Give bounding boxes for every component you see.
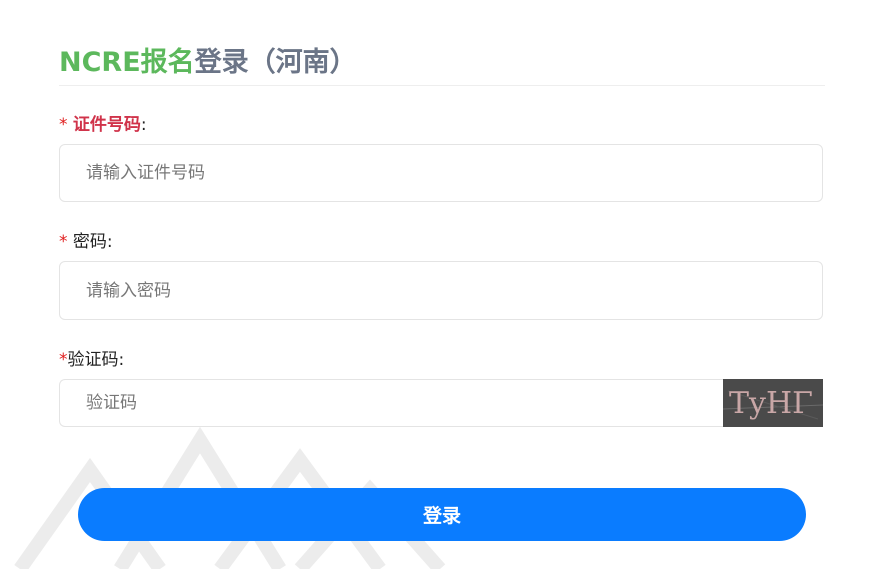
login-button[interactable]: 登录 (78, 488, 806, 541)
captcha-label-text: 验证码 (67, 350, 119, 370)
id-number-label: * 证件号码: (59, 110, 147, 135)
id-number-input[interactable] (60, 145, 822, 201)
password-label: * 密码: (59, 227, 113, 252)
password-label-text: 密码 (72, 232, 107, 252)
captcha-input[interactable] (60, 380, 725, 426)
required-mark: * (59, 115, 68, 135)
title-divider (59, 85, 825, 86)
captcha-row: TyHΓ (59, 379, 823, 427)
id-number-field-wrapper (59, 144, 823, 202)
captcha-image[interactable]: TyHΓ (723, 379, 823, 427)
captcha-label: *验证码: (59, 345, 124, 370)
label-colon: : (106, 232, 113, 252)
password-field-wrapper (59, 261, 823, 320)
page-title: NCRE报名登录（河南） (59, 40, 357, 80)
captcha-field-wrapper (59, 379, 725, 427)
id-number-label-text: 证件号码 (72, 115, 141, 135)
required-mark: * (59, 350, 68, 370)
label-colon: : (118, 350, 125, 370)
title-rest: 登录（河南） (194, 47, 357, 78)
password-input[interactable] (60, 262, 822, 319)
required-mark: * (59, 232, 68, 252)
captcha-text: TyHΓ (729, 386, 813, 421)
label-colon: : (140, 115, 147, 135)
title-brand: NCRE报名 (59, 47, 195, 78)
